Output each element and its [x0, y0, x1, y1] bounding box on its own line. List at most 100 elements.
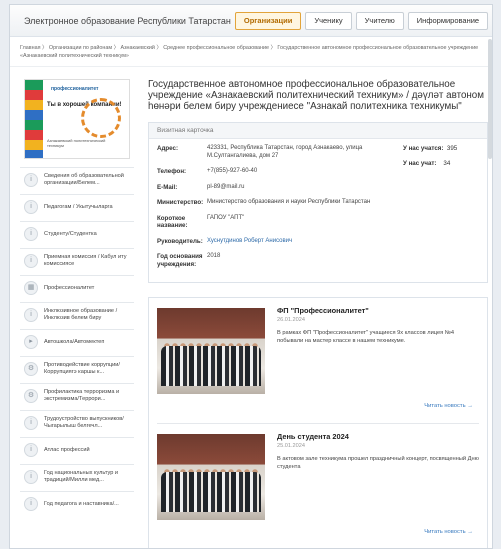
sidebar-item-label: Студенту/Студентка: [44, 230, 97, 237]
breadcrumb[interactable]: Главная 〉 Организации по районам 〉 Азнак…: [10, 37, 492, 67]
field-value: Министерство образования и науки Республ…: [207, 199, 371, 205]
logo-caption: Азнакаевский политехнический техникум: [47, 138, 106, 148]
field-label: Короткое название:: [157, 214, 188, 230]
read-more-link[interactable]: Читать новость →: [424, 403, 473, 409]
field-label: E-Mail:: [157, 183, 178, 191]
field-label: Руководитель:: [157, 237, 203, 245]
card-stats: У нас учатся: 395 У нас учат: 34: [397, 145, 479, 276]
card-fields: Адрес: 423331, Республика Татарстан, горо…: [157, 145, 397, 276]
info-icon: i: [24, 497, 38, 511]
business-card-body: Адрес: 423331, Республика Татарстан, горо…: [149, 139, 487, 282]
news-title[interactable]: ФП "Профессионалитет": [277, 306, 479, 315]
sidebar-item-students[interactable]: i Студенту/Студентка: [20, 221, 134, 246]
tab-organizations[interactable]: Организации: [234, 11, 302, 30]
field-label: Телефон:: [157, 168, 187, 175]
field-short-name: Короткое название: ГАПОУ "АПТ": [157, 215, 397, 230]
sidebar-item-label: Год педагога и наставника/...: [44, 500, 119, 507]
business-card-header: Визитная карточка: [149, 123, 487, 139]
tab-student[interactable]: Ученику: [305, 11, 352, 30]
sidebar-item-professionalitet[interactable]: ▦ Профессионалитет: [20, 275, 134, 300]
sidebar-item-label: Профилактика терроризма и экстремизма/Те…: [44, 389, 120, 402]
sidebar-item-label: Противодействие коррупции/Коррупциягэ ка…: [44, 362, 120, 375]
info-icon: i: [24, 416, 38, 430]
gear-icon: ⚙: [24, 389, 38, 403]
stat-label: У нас учатся:: [403, 145, 444, 152]
sidebar-item-label: Профессионалитет: [44, 284, 95, 291]
main-content: Государственное автономное профессиональ…: [148, 79, 488, 548]
stat-teachers: У нас учат: 34: [403, 160, 479, 167]
sidebar-item-employment[interactable]: i Трудоустройство выпускников/Чыгарылыш б…: [20, 410, 134, 435]
info-icon: i: [24, 173, 38, 187]
sidebar-item-label: Педагогам / Укытучыларга: [44, 203, 113, 210]
building-icon: ▦: [24, 281, 38, 295]
logo-heading: профессионалитет: [51, 86, 99, 92]
news-photo[interactable]: [157, 434, 265, 520]
sidebar-item-label: Атлас профессий: [44, 446, 90, 453]
sidebar-item-about[interactable]: i Сведения об образовательной организации…: [20, 167, 134, 192]
info-icon: i: [24, 308, 38, 322]
field-value: 2018: [207, 253, 221, 259]
news-date: 26.01.2024: [277, 317, 305, 323]
news-item: День студента 2024 25.01.2024 В актовом …: [157, 432, 479, 548]
sidebar-item-admissions[interactable]: i Приемная комиссия / Кабул иту комиссияс…: [20, 248, 134, 273]
field-label: Год основания учреждения:: [157, 253, 203, 268]
info-icon: i: [24, 200, 38, 214]
sidebar-item-inclusive[interactable]: i Инклюзивное образование / Инклюзив беле…: [20, 302, 134, 327]
field-value: pl-89@mail.ru: [207, 183, 245, 190]
info-icon: i: [24, 254, 38, 268]
sidebar-item-label: Сведения об образовательной организации/…: [44, 173, 124, 186]
logo-emblem: [81, 98, 121, 138]
tab-information[interactable]: Информирование: [407, 11, 489, 30]
field-phone: Телефон: +7(855)-927-60-40: [157, 168, 397, 176]
sidebar-item-label: Инклюзивное образование / Инклюзив белем…: [44, 308, 118, 321]
sidebar-item-national-cultures[interactable]: i Год национальных культур и традиций/Мил…: [20, 464, 134, 489]
field-ministry: Министерство: Министерство образования и …: [157, 199, 397, 207]
sidebar-item-atlas[interactable]: i Атлас профессий: [20, 437, 134, 462]
business-card: Визитная карточка Адрес: 423331, Республи…: [148, 122, 488, 283]
news-title[interactable]: День студента 2024: [277, 432, 479, 441]
field-label: Адрес:: [157, 145, 179, 152]
logo-ornament-strip: [25, 80, 43, 158]
read-more-link[interactable]: Читать новость →: [424, 529, 473, 535]
director-link[interactable]: Хуснутдинов Роберт Анисович: [207, 238, 397, 246]
sidebar-item-label: Автошкола/Автомектеп: [44, 338, 105, 345]
info-icon: i: [24, 470, 38, 484]
field-value: 423331, Республика Татарстан, город Азна…: [207, 145, 363, 159]
field-email: E-Mail: pl-89@mail.ru: [157, 184, 397, 192]
portal-title[interactable]: Электронное образование Республики Татар…: [24, 16, 231, 26]
stat-label: У нас учат:: [403, 160, 437, 167]
field-label: Министерство:: [157, 199, 204, 206]
stat-students: У нас учатся: 395: [403, 145, 479, 152]
news-list: ФП "Профессионалитет" 26.01.2024 В рамка…: [148, 297, 488, 548]
news-item: ФП "Профессионалитет" 26.01.2024 В рамка…: [157, 306, 479, 424]
field-address: Адрес: 423331, Республика Татарстан, горо…: [157, 145, 397, 160]
stat-value: 395: [446, 145, 458, 152]
stat-value: 34: [443, 160, 451, 167]
field-value: +7(855)-927-60-40: [207, 168, 258, 174]
info-icon: i: [24, 443, 38, 457]
news-photo[interactable]: [157, 308, 265, 394]
gear-icon: ⚙: [24, 362, 38, 376]
field-founded: Год основания учреждения: 2018: [157, 253, 397, 268]
sidebar-menu: i Сведения об образовательной организации…: [20, 167, 134, 516]
tab-teacher[interactable]: Учителю: [355, 11, 404, 30]
scrollbar-thumb[interactable]: [488, 39, 492, 159]
sidebar-item-antiterrorism[interactable]: ⚙ Профилактика терроризма и экстремизма/Т…: [20, 383, 134, 408]
sidebar-item-label: Трудоустройство выпускников/Чыгарылыш бе…: [44, 416, 124, 429]
sidebar-item-teachers[interactable]: i Педагогам / Укытучыларга: [20, 194, 134, 219]
page-frame: Электронное образование Республики Татар…: [9, 4, 493, 549]
organization-logo: профессионалитет Ты в хорошей компании! …: [24, 79, 130, 159]
sidebar-item-teacher-year[interactable]: i Год педагога и наставника/...: [20, 491, 134, 516]
top-bar: Электронное образование Республики Татар…: [10, 5, 492, 37]
sidebar-item-label: Год национальных культур и традиций/Милл…: [44, 470, 119, 483]
news-date: 25.01.2024: [277, 443, 305, 449]
sidebar-item-driving-school[interactable]: ▸ Автошкола/Автомектеп: [20, 329, 134, 354]
sidebar-item-anticorruption[interactable]: ⚙ Противодействие коррупции/Коррупциягэ к…: [20, 356, 134, 381]
field-director: Руководитель: Хуснутдинов Роберт Анисович: [157, 238, 397, 246]
page-title: Государственное автономное профессиональ…: [148, 79, 484, 112]
field-value: ГАПОУ "АПТ": [207, 214, 245, 221]
left-sidebar: профессионалитет Ты в хорошей компании! …: [20, 79, 134, 518]
news-description: В актовом зале техникума прошел празднич…: [277, 456, 479, 470]
info-icon: i: [24, 227, 38, 241]
sidebar-item-label: Приемная комиссия / Кабул иту комиссиясе: [44, 254, 127, 267]
